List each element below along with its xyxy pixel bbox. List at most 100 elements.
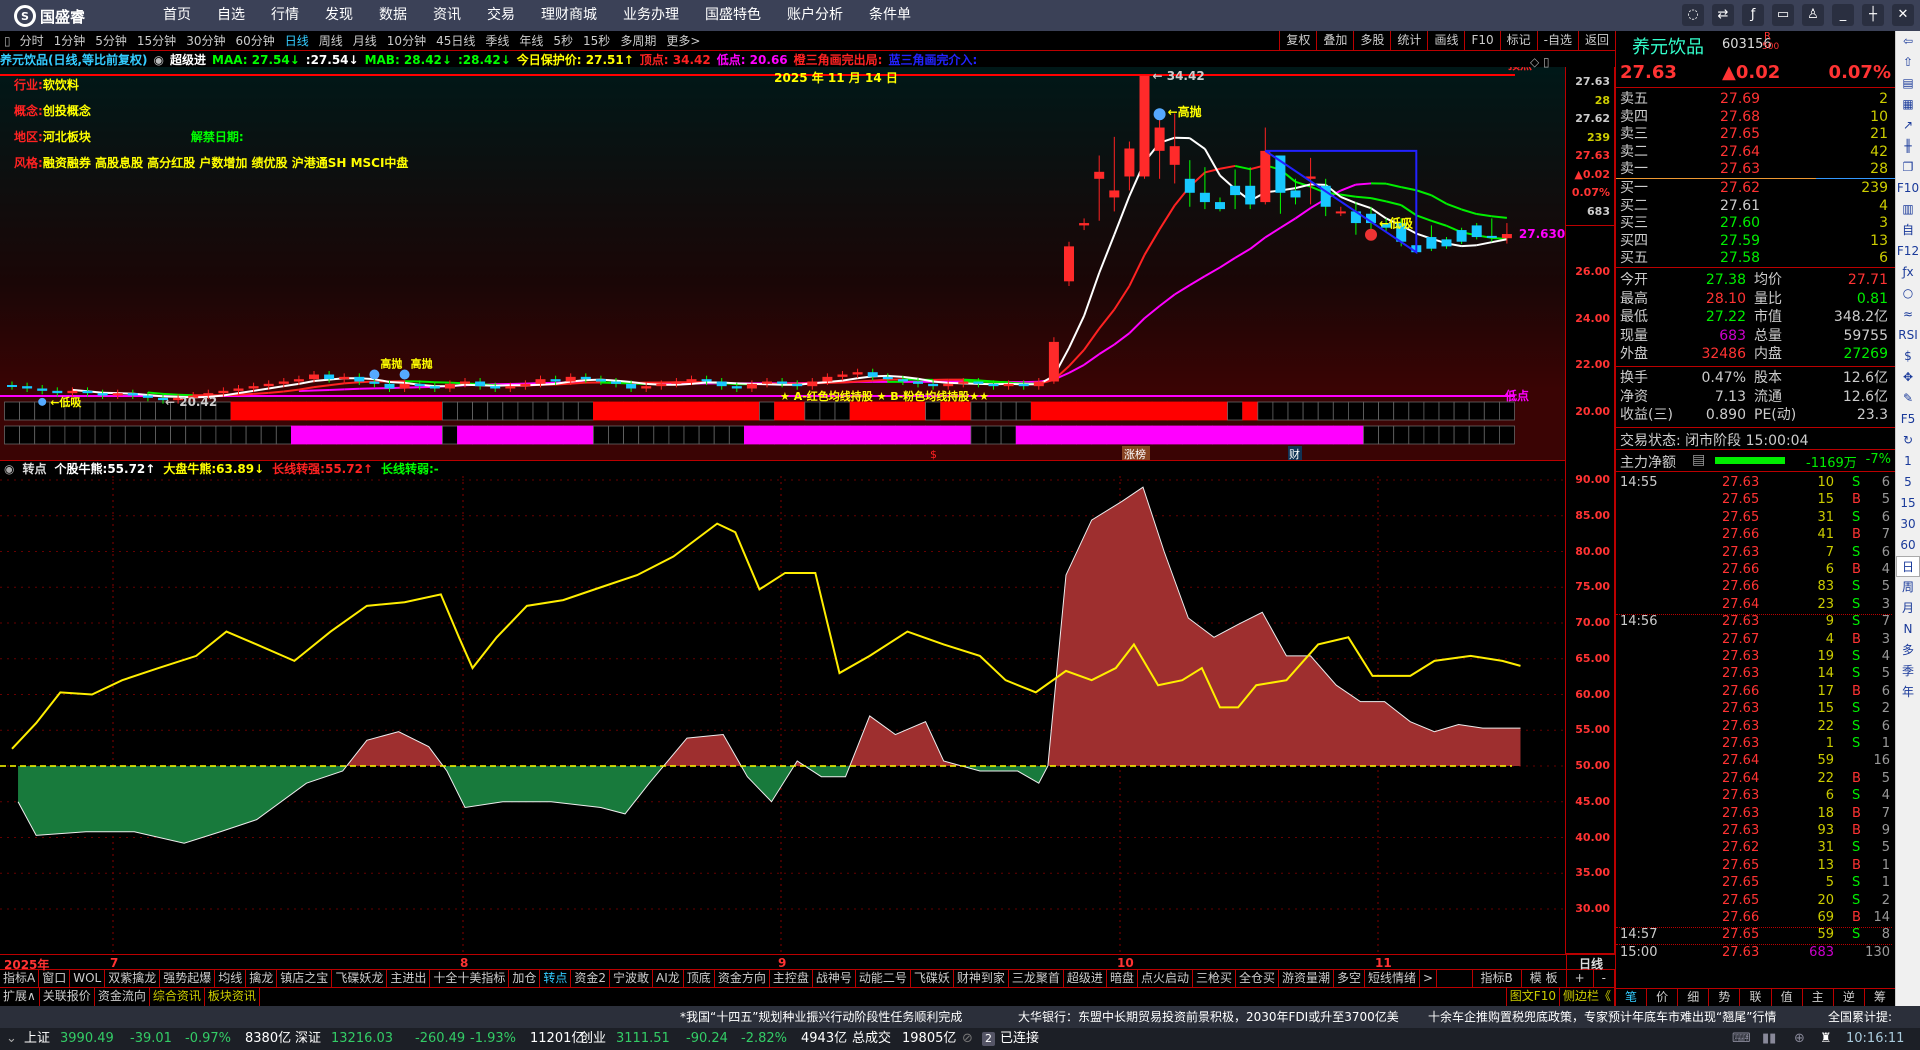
sidebar-年-icon[interactable]: 年 [1896, 682, 1920, 703]
period-tab-多周期[interactable]: 多周期 [615, 32, 661, 49]
indicator-tab-多空[interactable]: 多空 [1334, 970, 1366, 987]
shirt-icon[interactable]: ♙ [1802, 4, 1824, 26]
indicator-tab-主控盘[interactable]: 主控盘 [770, 970, 813, 987]
sidebar-月-icon[interactable]: 月 [1896, 598, 1920, 619]
menu-item-国盛特色[interactable]: 国盛特色 [692, 0, 774, 31]
period-tab-1分钟[interactable]: 1分钟 [49, 32, 91, 49]
period-tab-45日线[interactable]: 45日线 [431, 32, 480, 49]
quote-tab-筹[interactable]: 筹 [1865, 989, 1896, 1006]
indicator-tab-资金方向[interactable]: 资金方向 [715, 970, 770, 987]
menu-item-数据[interactable]: 数据 [366, 0, 420, 31]
indicator-tab-飞碟妖[interactable]: 飞碟妖 [911, 970, 954, 987]
menu-item-理财商城[interactable]: 理财商城 [528, 0, 610, 31]
indicator-chart[interactable] [0, 476, 1565, 954]
tool-button-F10[interactable]: F10 [1464, 31, 1499, 50]
sidebar-▥-icon[interactable]: ▥ [1896, 199, 1920, 220]
sidebar-自-icon[interactable]: 自 [1896, 220, 1920, 241]
indicator-tab-双紫擒龙[interactable]: 双紫擒龙 [105, 970, 161, 987]
period-tab-30分钟[interactable]: 30分钟 [181, 32, 230, 49]
sidebar-⇧-icon[interactable]: ⇧ [1896, 52, 1920, 73]
menu-item-业务办理[interactable]: 业务办理 [610, 0, 692, 31]
sidebar-15-icon[interactable]: 15 [1896, 493, 1920, 514]
index-value[interactable]: 深证 [295, 1028, 321, 1050]
target-icon[interactable]: ⊕ [1794, 1028, 1805, 1050]
indicator-tab-窗口[interactable]: 窗口 [39, 970, 71, 987]
keyboard-icon[interactable]: ⌨ [1732, 1028, 1751, 1050]
close-icon[interactable]: ✕ [1892, 4, 1914, 26]
menu-item-交易[interactable]: 交易 [474, 0, 528, 31]
menu-item-首页[interactable]: 首页 [150, 0, 204, 31]
indicator-tab->[interactable]: > [1420, 970, 1438, 987]
sidebar-ƒx-icon[interactable]: ƒx [1896, 262, 1920, 283]
indicator-tab-十全十美指标[interactable]: 十全十美指标 [430, 970, 510, 987]
menu-item-发现[interactable]: 发现 [312, 0, 366, 31]
quote-tab-值[interactable]: 值 [1772, 989, 1803, 1006]
sidebar-▤-icon[interactable]: ▤ [1896, 73, 1920, 94]
sidebar-≈-icon[interactable]: ≈ [1896, 304, 1920, 325]
sidebar-5-icon[interactable]: 5 [1896, 472, 1920, 493]
news-item[interactable]: 全国累计提: [1828, 1006, 1892, 1028]
indicator-tab-擒龙[interactable]: 擒龙 [246, 970, 278, 987]
main-net-detail-icon[interactable]: ▤ [1692, 452, 1705, 468]
period-tab-15分钟[interactable]: 15分钟 [132, 32, 181, 49]
sidebar-多-icon[interactable]: 多 [1896, 640, 1920, 661]
sidebar-RSI-icon[interactable]: RSI [1896, 325, 1920, 346]
extension-tab-扩展∧[interactable]: 扩展∧ [0, 988, 40, 1006]
indicator-tab-财神到家[interactable]: 财神到家 [954, 970, 1009, 987]
news-item[interactable]: 十余车企推购置税兜底政策，专家预计年底车市难出现“翘尾”行情 [1428, 1006, 1776, 1028]
indicator-tab-超级进[interactable]: 超级进 [1064, 970, 1107, 987]
minimize-icon[interactable]: _ [1832, 4, 1854, 26]
menu-item-行情[interactable]: 行情 [258, 0, 312, 31]
menu-item-自选[interactable]: 自选 [204, 0, 258, 31]
tool-button-返回[interactable]: 返回 [1577, 31, 1615, 50]
quote-tab-主[interactable]: 主 [1803, 989, 1834, 1006]
period-tab-年线[interactable]: 年线 [514, 32, 548, 49]
indicator-tab-+[interactable]: + [1567, 970, 1594, 987]
indicator-name[interactable]: 超级进 [170, 51, 206, 68]
layout-toggle-icon[interactable]: ▯ [0, 34, 15, 48]
swap-icon[interactable]: ⇄ [1712, 4, 1734, 26]
sidebar-↻-icon[interactable]: ↻ [1896, 430, 1920, 451]
sidebar-1-icon[interactable]: 1 [1896, 451, 1920, 472]
quote-tab-细[interactable]: 细 [1678, 989, 1710, 1006]
indicator-tab-飞碟妖龙[interactable]: 飞碟妖龙 [332, 970, 388, 987]
sidebar-F12-icon[interactable]: F12 [1896, 241, 1920, 262]
indicator-tab-加仓[interactable]: 加仓 [509, 970, 541, 987]
indicator-tab-转点[interactable]: 转点 [540, 970, 572, 987]
extension-tab-图文F10[interactable]: 图文F10 [1507, 988, 1560, 1006]
indicator-tab-资金2[interactable]: 资金2 [571, 970, 611, 987]
indicator-tab-战神号[interactable]: 战神号 [813, 970, 856, 987]
index-value[interactable]: 上证 [24, 1028, 50, 1050]
indicator-tab-三龙聚首[interactable]: 三龙聚首 [1009, 970, 1064, 987]
news-item[interactable]: *我国“十四五”规划种业振兴行动阶段性任务顺利完成 [680, 1006, 962, 1028]
indicator-tab-主进出[interactable]: 主进出 [387, 970, 431, 987]
indicator-tab--[interactable]: - [1594, 970, 1615, 987]
indicator-tab-AI龙[interactable]: AI龙 [653, 970, 684, 987]
indicator-tab-动能二号[interactable]: 动能二号 [856, 970, 911, 987]
period-tab-更多>[interactable]: 更多> [661, 32, 705, 49]
quote-tab-价[interactable]: 价 [1647, 989, 1679, 1006]
indicator-tab-三枪买[interactable]: 三枪买 [1193, 970, 1236, 987]
menu-item-条件单[interactable]: 条件单 [856, 0, 924, 31]
sidebar-↗-icon[interactable]: ↗ [1896, 115, 1920, 136]
extension-tab-侧边栏《[interactable]: 侧边栏《 [1560, 988, 1615, 1006]
sidebar-$-icon[interactable]: $ [1896, 346, 1920, 367]
indicator-tab-宁波敢[interactable]: 宁波敢 [610, 970, 654, 987]
tool-button--自选[interactable]: -自选 [1536, 31, 1578, 50]
period-tab-日线[interactable]: 日线 [280, 32, 314, 49]
tool-button-复权[interactable]: 复权 [1279, 31, 1316, 50]
period-tab-周线[interactable]: 周线 [314, 32, 348, 49]
indicator-menu-icon[interactable]: ◉ [4, 462, 14, 476]
period-tab-月线[interactable]: 月线 [348, 32, 382, 49]
chart-options-icon[interactable]: ◇ ▯ [1530, 55, 1550, 69]
indicator-tab-强势起爆[interactable]: 强势起爆 [160, 970, 216, 987]
period-tab-季线[interactable]: 季线 [480, 32, 514, 49]
market-collapse-icon[interactable]: ⌄ [6, 1028, 17, 1050]
sidebar-╫-icon[interactable]: ╫ [1896, 136, 1920, 157]
extension-tab-关联报价[interactable]: 关联报价 [40, 988, 95, 1006]
quote-tab-势[interactable]: 势 [1709, 989, 1741, 1006]
restore-icon[interactable]: ┼ [1862, 4, 1884, 26]
indicator-title[interactable]: 转点 [22, 460, 46, 477]
sidebar-⇦-icon[interactable]: ⇦ [1896, 31, 1920, 52]
indicator-tab-游资量潮[interactable]: 游资量潮 [1279, 970, 1335, 987]
